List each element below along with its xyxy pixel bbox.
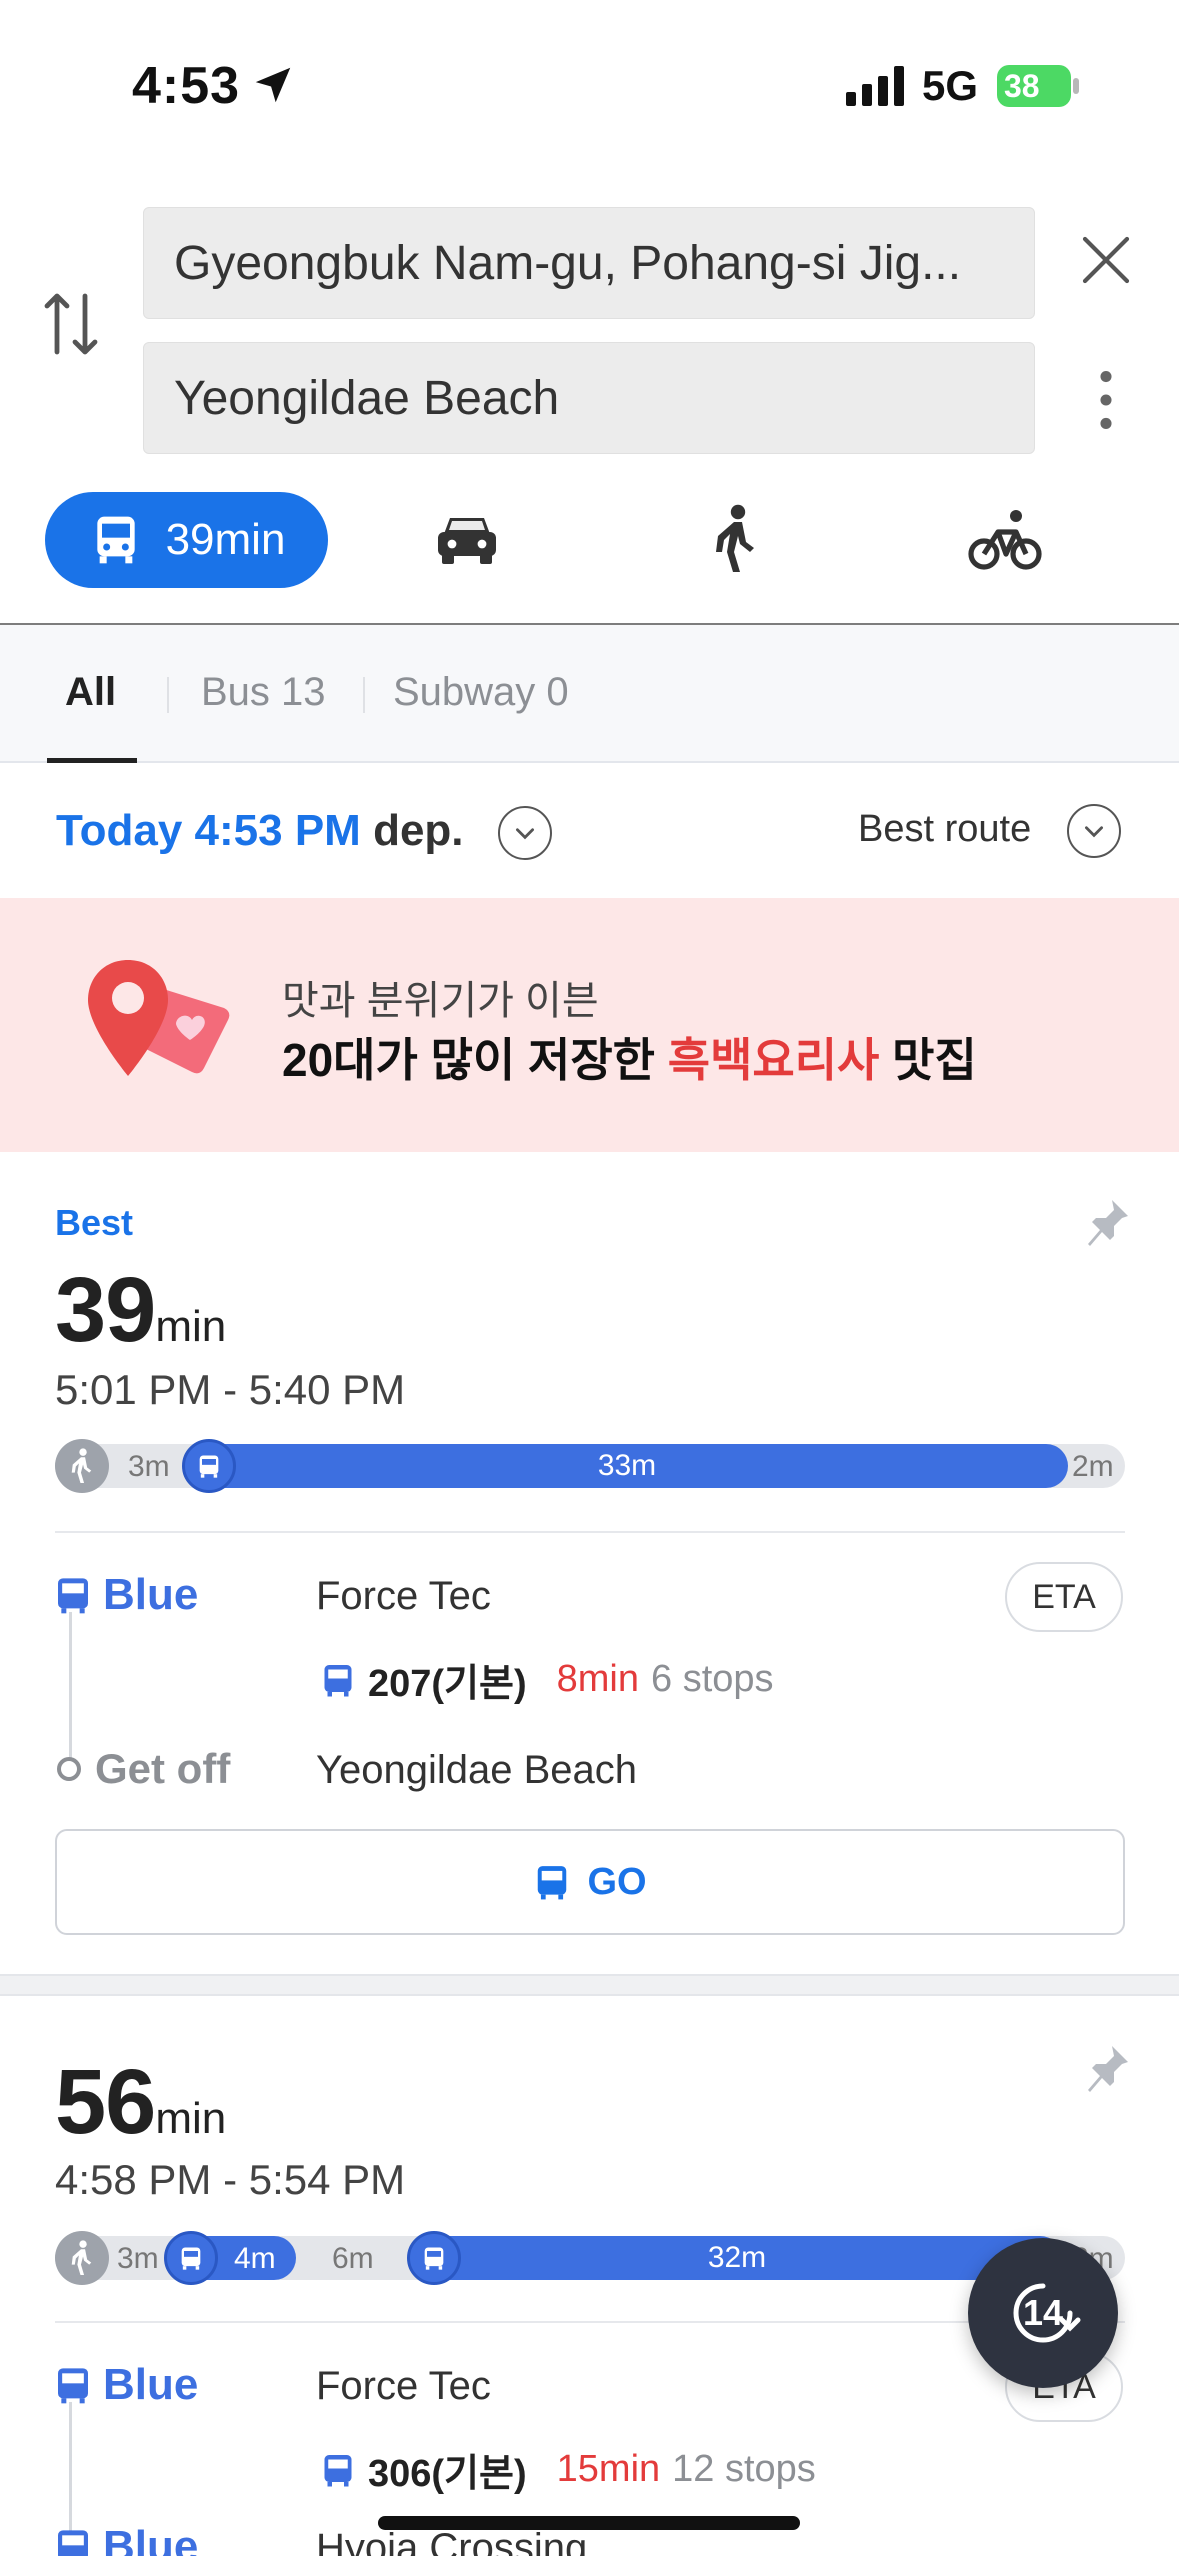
card-divider bbox=[55, 2321, 1125, 2323]
route-line bbox=[69, 1612, 72, 1762]
refresh-count: 14 bbox=[1022, 2292, 1064, 2333]
mode-transit-tab[interactable]: 39min bbox=[45, 492, 328, 588]
close-icon[interactable] bbox=[1078, 232, 1134, 288]
transit-time-label: 39min bbox=[165, 515, 286, 564]
filter-tab-bus[interactable]: Bus 13 bbox=[201, 670, 326, 715]
best-tag: Best bbox=[55, 1202, 134, 1243]
bus-segment: 32m bbox=[412, 2236, 1062, 2280]
bus-icon bbox=[58, 1578, 88, 1614]
bus-segment-icon bbox=[182, 1439, 236, 1493]
eta-button[interactable]: ETA bbox=[1005, 1562, 1123, 1632]
departure-dropdown[interactable] bbox=[498, 806, 552, 860]
bus-icon bbox=[324, 2454, 352, 2486]
bus-icon bbox=[538, 1866, 567, 1900]
boarding-stop: Force Tec bbox=[316, 2364, 491, 2408]
sort-dropdown[interactable] bbox=[1067, 804, 1121, 858]
refresh-fab[interactable]: 14 bbox=[968, 2238, 1118, 2388]
banner-subtitle: 맛과 분위기가 이븐 bbox=[282, 979, 599, 1023]
leg-label: Blue bbox=[53, 2360, 198, 2410]
card-separator bbox=[0, 1974, 1179, 1996]
filter-separator bbox=[167, 677, 169, 713]
route-duration: 39min bbox=[55, 1259, 227, 1361]
chevron-down-icon bbox=[1085, 826, 1103, 838]
bus-segment: 33m bbox=[186, 1444, 1068, 1488]
status-time: 4:53 bbox=[132, 57, 241, 115]
pin-icon[interactable] bbox=[1084, 2042, 1132, 2098]
map-pin-icon bbox=[88, 960, 230, 1076]
route-duration: 56min bbox=[55, 2051, 227, 2153]
bus-line-info: 306(기본) 15min 12 stops bbox=[320, 2442, 816, 2497]
banner-title: 20대가 많이 저장한 흑백요리사 맛집 bbox=[282, 1034, 977, 1086]
bus-segment-icon bbox=[164, 2231, 218, 2285]
bus-stop-count: 6 stops bbox=[651, 1658, 774, 1700]
bus1-label: 4m bbox=[234, 2242, 276, 2275]
getoff-stop: Yeongildae Beach bbox=[316, 1748, 638, 1792]
bus-line-info: 207(기본) 8min 6 stops bbox=[320, 1652, 774, 1707]
car-icon[interactable] bbox=[434, 510, 500, 570]
bike-icon[interactable] bbox=[968, 506, 1042, 572]
leg2-label: Blue bbox=[53, 2522, 198, 2556]
filter-separator bbox=[363, 677, 365, 713]
more-vertical-icon[interactable] bbox=[1090, 368, 1122, 432]
bus-wait: 8min bbox=[556, 1658, 640, 1700]
getoff-label: Get off bbox=[57, 1745, 230, 1793]
home-indicator[interactable] bbox=[378, 2516, 800, 2530]
walk-end-label: 2m bbox=[1072, 1450, 1114, 1483]
departure-dep: dep. bbox=[373, 806, 464, 855]
filter-tab-all[interactable]: All bbox=[65, 670, 116, 715]
chevron-down-icon bbox=[516, 828, 534, 840]
origin-input[interactable]: Gyeongbuk Nam-gu, Pohang-si Jig... bbox=[143, 207, 1035, 319]
filter-tab-subway[interactable]: Subway 0 bbox=[393, 670, 569, 715]
active-tab-indicator bbox=[47, 758, 137, 763]
battery-icon: 38 bbox=[996, 64, 1080, 108]
bus-segment-icon bbox=[407, 2231, 461, 2285]
walk-segment-icon bbox=[55, 1439, 109, 1493]
network-label: 5G bbox=[922, 62, 979, 109]
bus-icon bbox=[324, 1664, 352, 1696]
route-times: 5:01 PM - 5:40 PM bbox=[55, 1366, 406, 1413]
bus-stop-count: 12 stops bbox=[672, 2448, 816, 2490]
bus-number: 207(기본) bbox=[368, 1663, 527, 1705]
bus-wait: 15min bbox=[556, 2448, 661, 2490]
bus-number: 306(기본) bbox=[368, 2453, 527, 2495]
bus-segment-label: 32m bbox=[707, 2241, 767, 2274]
bus-icon bbox=[58, 2368, 88, 2404]
route-times: 4:58 PM - 5:54 PM bbox=[55, 2156, 406, 2203]
swap-icon[interactable] bbox=[40, 288, 102, 360]
bus-icon bbox=[58, 2530, 88, 2556]
leg2-stop: Hyoja Crossing bbox=[316, 2526, 588, 2556]
walk-start-label: 3m bbox=[128, 1450, 170, 1483]
battery-level: 38 bbox=[1004, 68, 1040, 104]
sort-label[interactable]: Best route bbox=[858, 808, 1031, 851]
departure-time[interactable]: Today 4:53 PM dep. bbox=[56, 806, 464, 856]
departure-today: Today 4:53 PM bbox=[56, 806, 361, 855]
walk-start-label: 3m bbox=[117, 2242, 159, 2275]
walk-mid-label: 6m bbox=[332, 2242, 374, 2275]
filter-bar bbox=[0, 625, 1179, 763]
leg-label: Blue bbox=[53, 1570, 198, 1620]
walk-icon[interactable] bbox=[710, 504, 762, 574]
bus-icon bbox=[96, 516, 135, 564]
bus-segment-label: 33m bbox=[597, 1449, 657, 1482]
getoff-icon bbox=[57, 1757, 81, 1781]
walk-segment-icon bbox=[55, 2231, 109, 2285]
boarding-stop: Force Tec bbox=[316, 1574, 491, 1618]
pin-icon[interactable] bbox=[1084, 1196, 1132, 1252]
signal-icon bbox=[846, 66, 904, 106]
destination-input[interactable]: Yeongildae Beach bbox=[143, 342, 1035, 454]
card-divider bbox=[55, 1531, 1125, 1533]
location-arrow-icon bbox=[255, 67, 291, 103]
go-button[interactable]: GO bbox=[55, 1829, 1125, 1935]
